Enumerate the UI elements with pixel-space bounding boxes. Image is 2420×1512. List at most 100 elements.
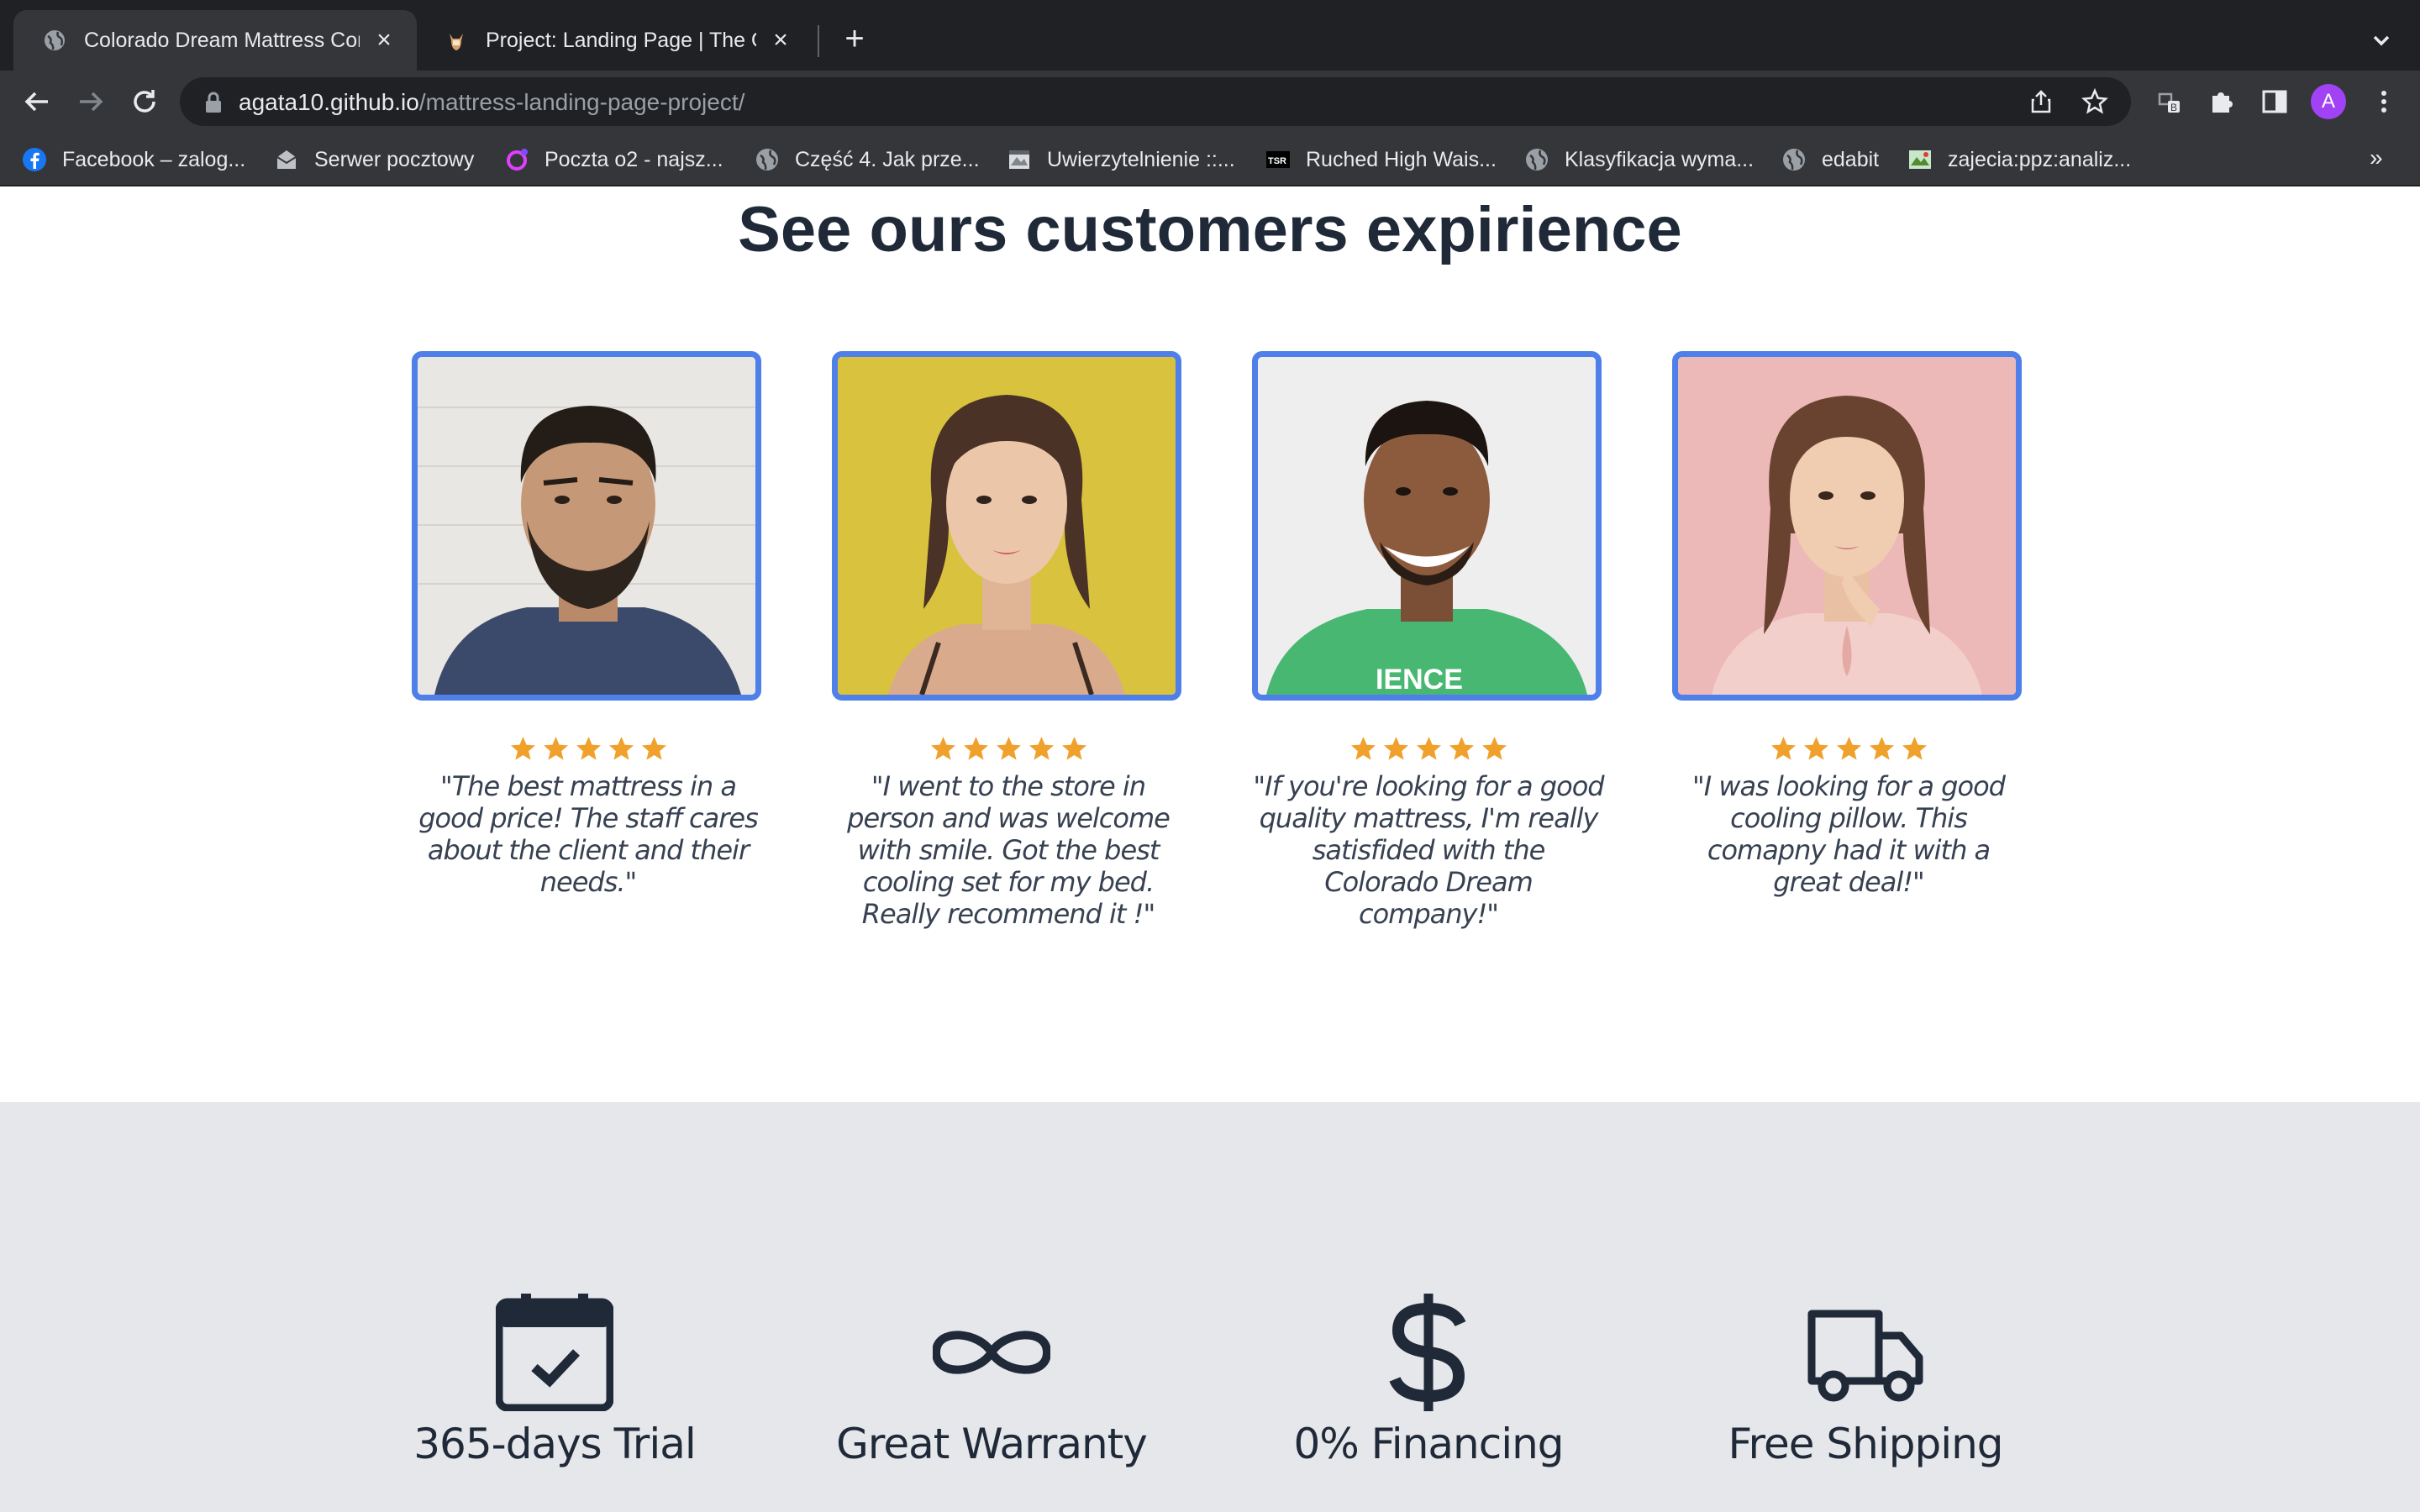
star-icon [1836,736,1861,760]
features-section: 365-days Trial Great Warranty 0% Financi… [0,1102,2420,1512]
lock-icon[interactable] [203,92,224,113]
svg-text:IENCE: IENCE [1376,664,1463,695]
woman-pink-background-photo [1672,351,2022,701]
bookmark-label: zajecia:ppz:analiz... [1948,147,2132,171]
star-icon [1350,736,1376,760]
globe-icon [755,147,780,172]
odin-icon [444,28,469,53]
forward-icon[interactable] [71,81,111,122]
bookmark-label: Facebook – zalog... [62,147,246,171]
star-icon [1449,736,1474,760]
tab-title: Colorado Dream Mattress Com [84,28,360,52]
page-content: See ours customers expirience "The best [0,186,2420,1512]
testimonial-quote: "I went to the store in person and was w… [847,770,1171,930]
testimonials-heading: See ours customers expirience [738,194,1682,265]
tab-title: Project: Landing Page | The Od [486,28,756,52]
tab-separator [818,25,819,57]
bookmark-zajecia[interactable]: zajecia:ppz:analiz... [1907,143,2131,176]
svg-text:B: B [2170,102,2177,113]
star-icon [1061,736,1086,760]
star-icon [543,736,568,760]
truck-icon [1807,1294,1924,1411]
back-icon[interactable] [17,81,57,122]
star-icon [608,736,634,760]
star-icon [930,736,955,760]
testimonial-quote: "I was looking for a good cooling pillow… [1692,770,2006,898]
close-icon[interactable]: × [371,28,397,53]
side-panel-icon[interactable] [2257,84,2292,119]
tab-search-icon[interactable] [2365,24,2398,57]
bookmarks-overflow-button[interactable]: » [2370,144,2383,171]
address-bar[interactable]: agata10.github.io/mattress-landing-page-… [180,77,2131,126]
bookmark-facebook[interactable]: Facebook – zalog... [22,143,245,176]
feature-label: Free Shipping [1728,1420,2003,1468]
tsr-icon: TSR [1265,147,1291,172]
dollar-icon [1370,1294,1487,1411]
testimonial-quote: "The best mattress in a good price! The … [418,770,759,898]
svg-text:TSR: TSR [1268,156,1286,166]
globe-icon [1781,147,1807,172]
bookmark-star-icon[interactable] [2081,87,2109,116]
star-icon [1803,736,1828,760]
star-icon [1416,736,1441,760]
bookmark-label: Poczta o2 - najsz... [544,147,723,171]
star-icon [1028,736,1054,760]
extension-b-icon[interactable]: B [2151,84,2186,119]
bearded-man-photo [412,351,761,701]
bookmark-label: Ruched High Wais... [1306,147,1497,171]
url-text: agata10.github.io/mattress-landing-page-… [239,89,744,116]
new-tab-button[interactable]: + [837,22,872,57]
testimonial-card: "I went to the store in person and was w… [832,351,1185,930]
bookmark-label: Uwierzytelnienie ::... [1047,147,1235,171]
star-icon [1869,736,1894,760]
star-icon [996,736,1021,760]
tab-project-landing-page[interactable]: Project: Landing Page | The Od × [415,10,813,71]
browser-toolbar: agata10.github.io/mattress-landing-page-… [0,71,2420,133]
wiki-icon [1907,147,1933,172]
auth-icon [1007,147,1032,172]
bookmark-label: Serwer pocztowy [314,147,475,171]
bookmark-serwer-pocztowy[interactable]: Serwer pocztowy [274,143,474,176]
testimonial-card: IENCE "If you're looking for a good qual… [1252,351,1605,930]
extensions-puzzle-icon[interactable] [2204,84,2239,119]
bookmark-klasyfikacja[interactable]: Klasyfikacja wyma... [1524,143,1754,176]
profile-avatar[interactable]: A [2311,84,2346,119]
rating-stars [1252,736,1605,762]
star-icon [1770,736,1796,760]
o2-icon [504,147,529,172]
globe-icon [1524,147,1549,172]
feature-label: Great Warranty [836,1420,1148,1468]
star-icon [641,736,666,760]
infinity-icon [933,1294,1050,1411]
rating-stars [412,736,765,762]
tab-strip: Colorado Dream Mattress Com × Project: L… [0,0,2420,71]
reload-icon[interactable] [124,81,165,122]
url-host: agata10.github.io [239,89,419,115]
tab-colorado-dream[interactable]: Colorado Dream Mattress Com × [13,10,417,71]
testimonial-quote: "If you're looking for a good quality ma… [1253,770,1604,930]
bookmark-uwierzytelnienie[interactable]: Uwierzytelnienie ::... [1007,143,1235,176]
bookmark-label: edabit [1822,147,1880,171]
feature-label: 365-days Trial [413,1420,697,1468]
star-icon [576,736,601,760]
rating-stars [832,736,1185,762]
bookmark-edabit[interactable]: edabit [1781,143,1879,176]
bookmarks-bar: Facebook – zalog... Serwer pocztowy Pocz… [0,133,2420,186]
testimonial-card: "I was looking for a good cooling pillow… [1672,351,2025,898]
star-icon [963,736,988,760]
close-icon[interactable]: × [768,28,793,53]
bookmark-czesc-4[interactable]: Część 4. Jak prze... [755,143,980,176]
calendar-check-icon [496,1294,613,1411]
star-icon [1383,736,1408,760]
smiling-man-green-shirt-photo: IENCE [1252,351,1602,701]
share-icon[interactable] [2027,87,2055,116]
url-path: /mattress-landing-page-project/ [418,89,745,115]
star-icon [1902,736,1927,760]
bookmark-ruched-high[interactable]: TSR Ruched High Wais... [1265,143,1497,176]
star-icon [1481,736,1507,760]
browser-chrome: Colorado Dream Mattress Com × Project: L… [0,0,2420,186]
menu-kebab-icon[interactable] [2366,84,2402,119]
bookmark-poczta-o2[interactable]: Poczta o2 - najsz... [504,143,723,176]
globe-icon [42,28,67,53]
bookmark-label: Część 4. Jak prze... [795,147,980,171]
